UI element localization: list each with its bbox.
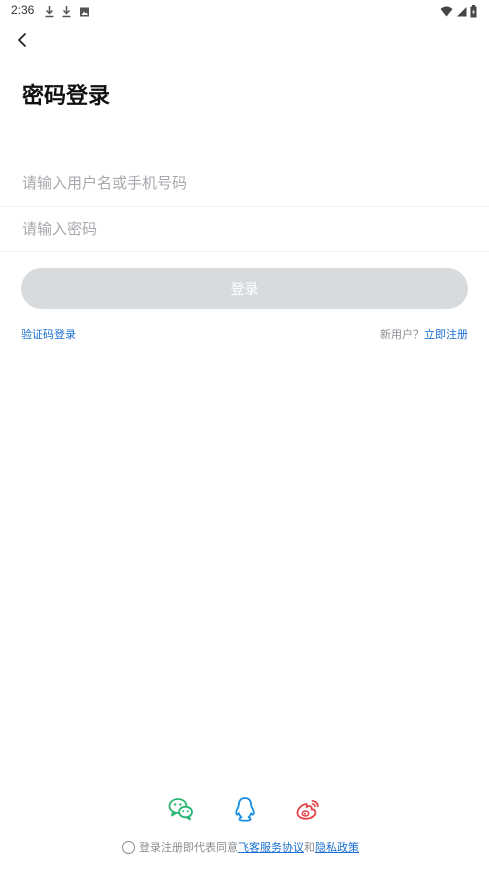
register-row: 新用户？立即注册 [380,326,468,342]
download-icon [44,3,55,22]
agree-radio[interactable] [122,840,135,854]
divider [0,251,489,252]
qq-login-button[interactable] [232,796,258,822]
sms-login-link[interactable]: 验证码登录 [21,326,76,342]
status-time: 2:36 [11,3,35,17]
weibo-login-button[interactable] [295,796,321,822]
wifi-icon [440,3,453,22]
agreement-and: 和 [304,841,315,854]
battery-icon [470,3,477,22]
qq-icon [232,797,258,826]
image-icon [79,3,90,22]
weibo-icon [295,800,321,826]
download-icon [61,3,72,22]
wechat-icon [168,798,194,826]
new-user-prompt: 新用户？ [380,328,424,341]
status-bar: 2:36 [0,0,489,20]
wechat-login-button[interactable] [168,796,194,822]
username-input[interactable] [22,161,467,205]
password-input[interactable] [22,207,467,251]
privacy-policy-link[interactable]: 隐私政策 [315,839,359,855]
back-button[interactable] [10,30,34,54]
page-title: 密码登录 [22,84,111,109]
service-agreement-link[interactable]: 飞客服务协议 [238,839,304,855]
register-link[interactable]: 立即注册 [424,328,468,341]
login-button[interactable]: 登录 [21,268,468,309]
agreement: 登录注册即代表同意 飞客服务协议和隐私政策 [122,839,359,855]
chevron-left-icon [16,32,28,52]
agreement-prefix: 登录注册即代表同意 [139,841,238,854]
signal-icon [456,3,467,22]
